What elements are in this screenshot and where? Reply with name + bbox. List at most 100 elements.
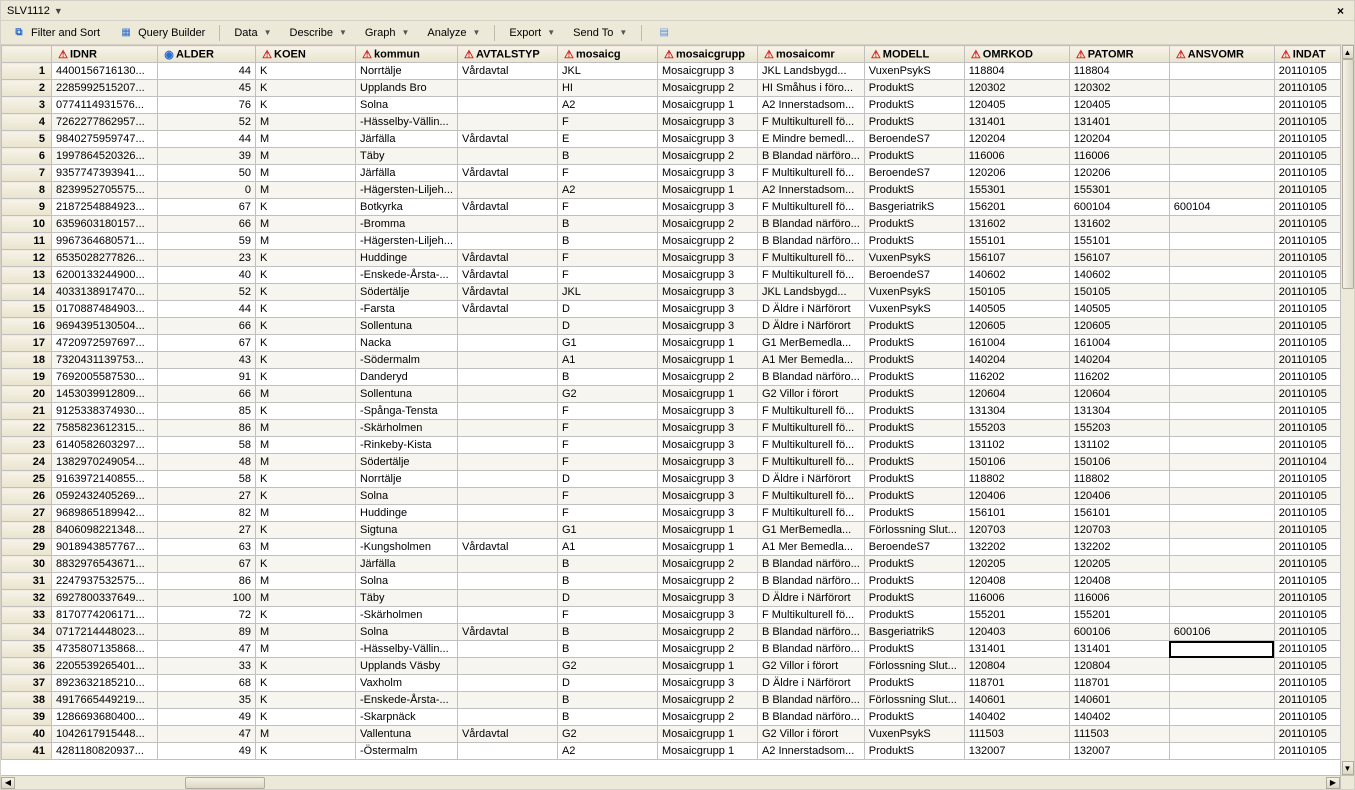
cell-indat[interactable]: 20110105 xyxy=(1274,420,1340,437)
cell-alder[interactable]: 33 xyxy=(158,658,256,675)
cell-kommun[interactable]: -Rinkeby-Kista xyxy=(356,437,458,454)
cell-omrkod[interactable]: 120605 xyxy=(964,318,1069,335)
table-row[interactable]: 354735807135868...47M-Hässelby-Vällin...… xyxy=(2,641,1341,658)
table-row[interactable]: 30774114931576...76KSolnaA2Mosaicgrupp 1… xyxy=(2,97,1341,114)
cell-mosaicomr[interactable]: F Multikulturell fö... xyxy=(757,250,864,267)
cell-patomr[interactable]: 116202 xyxy=(1069,369,1169,386)
cell-alder[interactable]: 49 xyxy=(158,709,256,726)
cell-mosaicomr[interactable]: B Blandad närföro... xyxy=(757,692,864,709)
cell-koen[interactable]: M xyxy=(256,505,356,522)
cell-omrkod[interactable]: 131102 xyxy=(964,437,1069,454)
cell-kommun[interactable]: -Spånga-Tensta xyxy=(356,403,458,420)
cell-koen[interactable]: M xyxy=(256,131,356,148)
cell-indat[interactable]: 20110105 xyxy=(1274,709,1340,726)
cell-mosaicomr[interactable]: F Multikulturell fö... xyxy=(757,199,864,216)
cell-patomr[interactable]: 131102 xyxy=(1069,437,1169,454)
cell-indat[interactable]: 20110105 xyxy=(1274,556,1340,573)
cell-avtalstyp[interactable]: Vårdavtal xyxy=(457,250,557,267)
cell-mosaicgrupp[interactable]: Mosaicgrupp 1 xyxy=(657,182,757,199)
cell-mosaicomr[interactable]: F Multikulturell fö... xyxy=(757,403,864,420)
cell-indat[interactable]: 20110105 xyxy=(1274,539,1340,556)
cell-kommun[interactable]: -Farsta xyxy=(356,301,458,318)
row-header[interactable]: 26 xyxy=(2,488,52,505)
row-header[interactable]: 21 xyxy=(2,403,52,420)
cell-idnr[interactable]: 0592432405269... xyxy=(52,488,158,505)
row-header[interactable]: 37 xyxy=(2,675,52,692)
cell-modell[interactable]: ProduktS xyxy=(864,114,964,131)
cell-indat[interactable]: 20110105 xyxy=(1274,114,1340,131)
cell-idnr[interactable]: 4720972597697... xyxy=(52,335,158,352)
cell-modell[interactable]: ProduktS xyxy=(864,420,964,437)
cell-avtalstyp[interactable] xyxy=(457,420,557,437)
column-header-omrkod[interactable]: ⚠OMRKOD xyxy=(964,46,1069,63)
row-header[interactable]: 7 xyxy=(2,165,52,182)
cell-idnr[interactable]: 2285992515207... xyxy=(52,80,158,97)
cell-avtalstyp[interactable] xyxy=(457,352,557,369)
cell-modell[interactable]: VuxenPsykS xyxy=(864,284,964,301)
cell-mosaicomr[interactable]: F Multikulturell fö... xyxy=(757,165,864,182)
cell-ansvomr[interactable] xyxy=(1169,539,1274,556)
cell-mosaicgrupp[interactable]: Mosaicgrupp 3 xyxy=(657,420,757,437)
cell-omrkod[interactable]: 131304 xyxy=(964,403,1069,420)
cell-alder[interactable]: 68 xyxy=(158,675,256,692)
cell-mosaicomr[interactable]: E Mindre bemedl... xyxy=(757,131,864,148)
cell-mosaicg[interactable]: HI xyxy=(557,80,657,97)
table-row[interactable]: 338170774206171...72K-SkärholmenFMosaicg… xyxy=(2,607,1341,624)
cell-ansvomr[interactable]: 600106 xyxy=(1169,624,1274,641)
table-row[interactable]: 260592432405269...27KSolnaFMosaicgrupp 3… xyxy=(2,488,1341,505)
scroll-down-arrow[interactable]: ▼ xyxy=(1342,761,1354,775)
cell-koen[interactable]: K xyxy=(256,403,356,420)
cell-ansvomr[interactable] xyxy=(1169,692,1274,709)
cell-modell[interactable]: Förlossning Slut... xyxy=(864,692,964,709)
cell-koen[interactable]: M xyxy=(256,641,356,658)
table-row[interactable]: 92187254884923...67KBotkyrkaVårdavtalFMo… xyxy=(2,199,1341,216)
cell-indat[interactable]: 20110105 xyxy=(1274,318,1340,335)
column-header-kommun[interactable]: ⚠kommun xyxy=(356,46,458,63)
cell-koen[interactable]: K xyxy=(256,709,356,726)
cell-idnr[interactable]: 9694395130504... xyxy=(52,318,158,335)
cell-alder[interactable]: 58 xyxy=(158,437,256,454)
cell-mosaicgrupp[interactable]: Mosaicgrupp 1 xyxy=(657,97,757,114)
cell-mosaicg[interactable]: F xyxy=(557,267,657,284)
cell-avtalstyp[interactable] xyxy=(457,97,557,114)
cell-indat[interactable]: 20110105 xyxy=(1274,165,1340,182)
cell-modell[interactable]: ProduktS xyxy=(864,573,964,590)
cell-avtalstyp[interactable]: Vårdavtal xyxy=(457,726,557,743)
cell-ansvomr[interactable] xyxy=(1169,267,1274,284)
cell-alder[interactable]: 72 xyxy=(158,607,256,624)
row-header[interactable]: 33 xyxy=(2,607,52,624)
cell-idnr[interactable]: 9125338374930... xyxy=(52,403,158,420)
cell-koen[interactable]: K xyxy=(256,335,356,352)
cell-patomr[interactable]: 120408 xyxy=(1069,573,1169,590)
cell-patomr[interactable]: 131304 xyxy=(1069,403,1169,420)
cell-kommun[interactable]: -Enskede-Årsta-... xyxy=(356,692,458,709)
cell-alder[interactable]: 52 xyxy=(158,114,256,131)
cell-kommun[interactable]: Vallentuna xyxy=(356,726,458,743)
cell-avtalstyp[interactable] xyxy=(457,182,557,199)
cell-mosaicgrupp[interactable]: Mosaicgrupp 3 xyxy=(657,199,757,216)
cell-modell[interactable]: ProduktS xyxy=(864,80,964,97)
cell-koen[interactable]: K xyxy=(256,658,356,675)
cell-mosaicg[interactable]: A1 xyxy=(557,352,657,369)
cell-koen[interactable]: K xyxy=(256,199,356,216)
cell-idnr[interactable]: 9967364680571... xyxy=(52,233,158,250)
cell-idnr[interactable]: 2205539265401... xyxy=(52,658,158,675)
table-row[interactable]: 401042617915448...47MVallentunaVårdavtal… xyxy=(2,726,1341,743)
cell-mosaicomr[interactable]: D Äldre i Närförort xyxy=(757,301,864,318)
cell-alder[interactable]: 27 xyxy=(158,522,256,539)
cell-ansvomr[interactable] xyxy=(1169,114,1274,131)
cell-koen[interactable]: K xyxy=(256,318,356,335)
cell-kommun[interactable]: Norrtälje xyxy=(356,63,458,80)
cell-mosaicg[interactable]: JKL xyxy=(557,63,657,80)
cell-mosaicomr[interactable]: JKL Landsbygd... xyxy=(757,63,864,80)
cell-ansvomr[interactable] xyxy=(1169,318,1274,335)
cell-mosaicomr[interactable]: F Multikulturell fö... xyxy=(757,114,864,131)
column-header-ansvomr[interactable]: ⚠ANSVOMR xyxy=(1169,46,1274,63)
describe-menu[interactable]: Describe▼ xyxy=(286,25,351,41)
cell-alder[interactable]: 35 xyxy=(158,692,256,709)
dataset-dropdown-icon[interactable]: ▼ xyxy=(54,1,63,21)
row-header[interactable]: 3 xyxy=(2,97,52,114)
cell-ansvomr[interactable] xyxy=(1169,658,1274,675)
row-header[interactable]: 13 xyxy=(2,267,52,284)
table-row[interactable]: 88239952705575...0M-Hägersten-Liljeh...A… xyxy=(2,182,1341,199)
